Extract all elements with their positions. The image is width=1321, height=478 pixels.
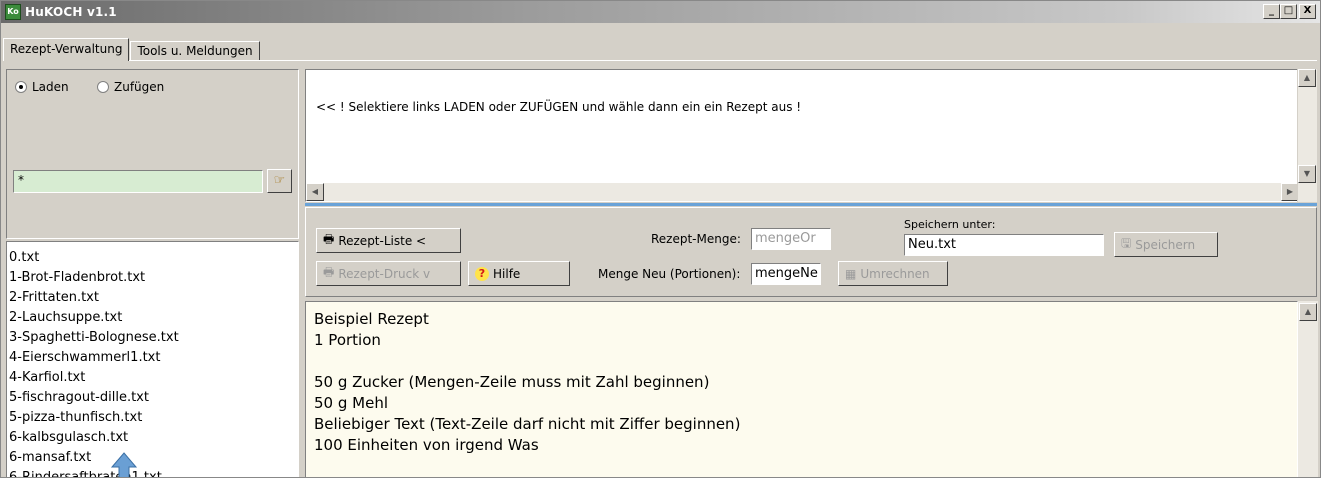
list-item[interactable]: 2-Frittaten.txt <box>9 288 296 308</box>
list-item[interactable]: 5-pizza-thunfisch.txt <box>9 408 296 428</box>
calculator-icon: ▦ <box>845 266 857 281</box>
menge-neu-label: Menge Neu (Portionen): <box>598 267 741 281</box>
tab-divider <box>3 60 1317 61</box>
list-item[interactable]: 1-Brot-Fladenbrot.txt <box>9 268 296 288</box>
help-icon: ? <box>475 266 489 281</box>
folder-icon: ☞ <box>273 173 286 188</box>
rezept-menge-label: Rezept-Menge: <box>651 232 741 246</box>
radio-zufuegen-label: Zufügen <box>114 80 165 94</box>
recipe-toolbar: 🖶 Rezept-Liste < 🖶 Rezept-Druck v ? Hilf… <box>305 207 1317 297</box>
recipe-line: 100 Einheiten von irgend Was <box>314 436 539 454</box>
app-icon: Ko <box>5 4 21 20</box>
rezept-druck-label: Rezept-Druck v <box>338 266 431 281</box>
recipe-line: Beliebiger Text (Text-Zeile darf nicht m… <box>314 415 741 433</box>
rezept-liste-button[interactable]: 🖶 Rezept-Liste < <box>316 228 461 253</box>
recipe-text-area[interactable]: Beispiel Rezept 1 Portion 50 g Zucker (M… <box>305 301 1298 477</box>
vertical-scrollbar[interactable]: ▲ ▼ <box>1297 69 1317 202</box>
speichern-unter-input[interactable]: Neu.txt <box>904 234 1104 256</box>
save-icon: 🖫 <box>1121 236 1132 250</box>
scroll-up-icon[interactable]: ▲ <box>1298 69 1316 87</box>
open-folder-button[interactable]: ☞ <box>267 169 292 193</box>
umrechnen-button[interactable]: ▦ Umrechnen <box>838 261 948 286</box>
recipe-file-list[interactable]: 0.txt 1-Brot-Fladenbrot.txt 2-Frittaten.… <box>6 241 299 477</box>
printer-icon: 🖶 <box>323 232 335 246</box>
radio-zufuegen[interactable]: Zufügen <box>97 80 164 94</box>
close-button[interactable]: X <box>1299 4 1316 19</box>
message-area: << ! Selektiere links LADEN oder ZUFÜGEN… <box>305 69 1317 202</box>
menge-neu-input[interactable]: mengeNe <box>751 263 821 285</box>
recipe-line: Beispiel Rezept <box>314 310 429 328</box>
load-add-panel: Laden Zufügen * ☞ <box>6 69 299 239</box>
recipe-line: 50 g Zucker (Mengen-Zeile muss mit Zahl … <box>314 373 710 391</box>
tab-tools-meldungen[interactable]: Tools u. Meldungen <box>130 41 260 61</box>
splitter-bar[interactable] <box>305 203 1317 206</box>
list-item[interactable]: 2-Lauchsuppe.txt <box>9 308 296 328</box>
list-item[interactable]: 0.txt <box>9 248 296 268</box>
file-filter-input[interactable]: * <box>13 170 263 193</box>
app-window: Ko HuKOCH v1.1 _ □ X Rezept-Verwaltung T… <box>0 0 1321 478</box>
radio-zufuegen-indicator[interactable] <box>97 81 109 93</box>
maximize-button[interactable]: □ <box>1280 4 1297 19</box>
rezept-liste-label: Rezept-Liste < <box>338 233 427 248</box>
recipe-vertical-scrollbar[interactable]: ▲ <box>1298 301 1318 477</box>
scroll-up-icon[interactable]: ▲ <box>1299 303 1317 321</box>
hilfe-label: Hilfe <box>493 266 521 281</box>
title-bar[interactable]: Ko HuKOCH v1.1 _ □ X <box>1 1 1320 23</box>
recipe-line: 50 g Mehl <box>314 394 388 412</box>
list-item[interactable]: 6-Rindersaftbraten1.txt <box>9 468 296 477</box>
rezept-menge-input[interactable]: mengeOr <box>751 228 831 250</box>
pointer-arrow-icon <box>110 452 138 477</box>
scroll-left-icon[interactable]: ◀ <box>306 183 324 201</box>
printer-icon: 🖶 <box>323 265 335 279</box>
instruction-message: << ! Selektiere links LADEN oder ZUFÜGEN… <box>316 100 802 114</box>
rezept-druck-button[interactable]: 🖶 Rezept-Druck v <box>316 261 461 286</box>
radio-laden-label: Laden <box>32 80 69 94</box>
list-item[interactable]: 4-Eierschwammerl1.txt <box>9 348 296 368</box>
list-item[interactable]: 6-kalbsgulasch.txt <box>9 428 296 448</box>
list-item[interactable]: 3-Spaghetti-Bolognese.txt <box>9 328 296 348</box>
minimize-button[interactable]: _ <box>1263 4 1280 19</box>
speichern-unter-label: Speichern unter: <box>904 218 996 231</box>
recipe-line <box>314 351 1289 372</box>
tab-strip: Rezept-Verwaltung Tools u. Meldungen <box>3 38 261 61</box>
window-title: HuKOCH v1.1 <box>25 5 117 19</box>
scroll-down-icon[interactable]: ▼ <box>1298 165 1316 183</box>
speichern-button[interactable]: 🖫 Speichern <box>1114 232 1218 257</box>
radio-laden-indicator[interactable] <box>15 81 27 93</box>
tab-rezept-verwaltung[interactable]: Rezept-Verwaltung <box>3 38 130 61</box>
umrechnen-label: Umrechnen <box>860 266 930 281</box>
horizontal-scrollbar[interactable]: ◀ ▶ <box>306 183 1299 201</box>
speichern-label: Speichern <box>1135 237 1196 252</box>
hilfe-button[interactable]: ? Hilfe <box>468 261 570 286</box>
recipe-line: 1 Portion <box>314 331 381 349</box>
list-item[interactable]: 4-Karfiol.txt <box>9 368 296 388</box>
list-item[interactable]: 6-mansaf.txt <box>9 448 296 468</box>
list-item[interactable]: 5-fischragout-dille.txt <box>9 388 296 408</box>
radio-laden[interactable]: Laden <box>15 80 69 94</box>
